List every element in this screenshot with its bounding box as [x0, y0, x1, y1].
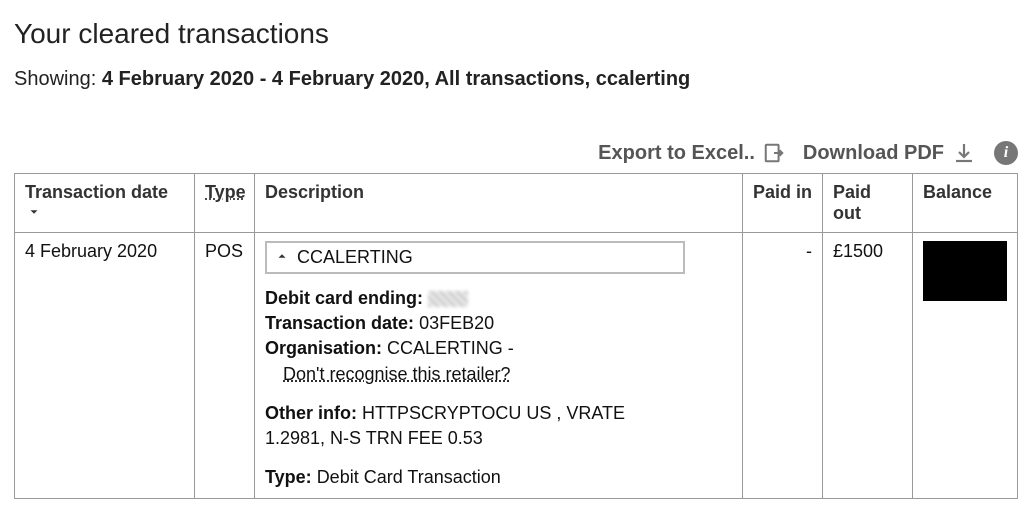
filter-summary: Showing: 4 February 2020 - 4 February 20…	[14, 68, 1018, 91]
balance-redacted	[923, 241, 1007, 301]
detail-other-info-label: Other info:	[265, 403, 357, 423]
detail-org-label: Organisation:	[265, 338, 382, 358]
detail-txn-date-label: Transaction date:	[265, 313, 414, 333]
download-pdf-button[interactable]: Download PDF	[803, 141, 976, 165]
col-header-description: Description	[255, 174, 743, 233]
filter-prefix: Showing:	[14, 68, 96, 90]
detail-txn-date-value: 03FEB20	[419, 313, 494, 333]
col-header-paid-out: Paid out	[823, 174, 913, 233]
download-pdf-label: Download PDF	[803, 142, 944, 165]
col-header-date-label: Transaction date	[25, 182, 168, 202]
detail-org-value: CCALERTING -	[387, 338, 514, 358]
description-details: Debit card ending: Transaction date: 03F…	[265, 286, 732, 490]
download-icon	[952, 141, 976, 165]
filter-value: 4 February 2020 - 4 February 2020, All t…	[102, 68, 690, 90]
export-excel-button[interactable]: Export to Excel..	[598, 142, 785, 165]
export-icon	[763, 142, 785, 164]
cell-date: 4 February 2020	[15, 233, 195, 499]
col-header-type[interactable]: Type	[195, 174, 255, 233]
page-title: Your cleared transactions	[14, 18, 1018, 50]
detail-card-ending-label: Debit card ending:	[265, 288, 423, 308]
cell-paid-in: -	[743, 233, 823, 499]
detail-type-value: Debit Card Transaction	[317, 467, 501, 487]
retailer-help-link[interactable]: Don't recognise this retailer?	[265, 362, 511, 387]
export-excel-label: Export to Excel..	[598, 142, 755, 165]
cell-paid-out: £1500	[823, 233, 913, 499]
detail-type-label: Type:	[265, 467, 312, 487]
col-header-paid-in: Paid in	[743, 174, 823, 233]
table-row: 4 February 2020 POS CCALERTING Debit car…	[15, 233, 1018, 499]
cell-description: CCALERTING Debit card ending: Transactio…	[255, 233, 743, 499]
description-summary: CCALERTING	[297, 247, 413, 268]
detail-card-ending-value	[428, 291, 468, 307]
chevron-up-icon	[275, 249, 289, 266]
col-header-date[interactable]: Transaction date	[15, 174, 195, 233]
cell-type: POS	[195, 233, 255, 499]
info-icon[interactable]: i	[994, 141, 1018, 165]
chevron-down-icon	[27, 203, 41, 224]
cell-balance	[913, 233, 1018, 499]
export-actions: Export to Excel.. Download PDF i	[14, 141, 1018, 165]
col-header-balance: Balance	[913, 174, 1018, 233]
transactions-table: Transaction date Type Description Paid i…	[14, 173, 1018, 499]
description-toggle[interactable]: CCALERTING	[265, 241, 685, 274]
